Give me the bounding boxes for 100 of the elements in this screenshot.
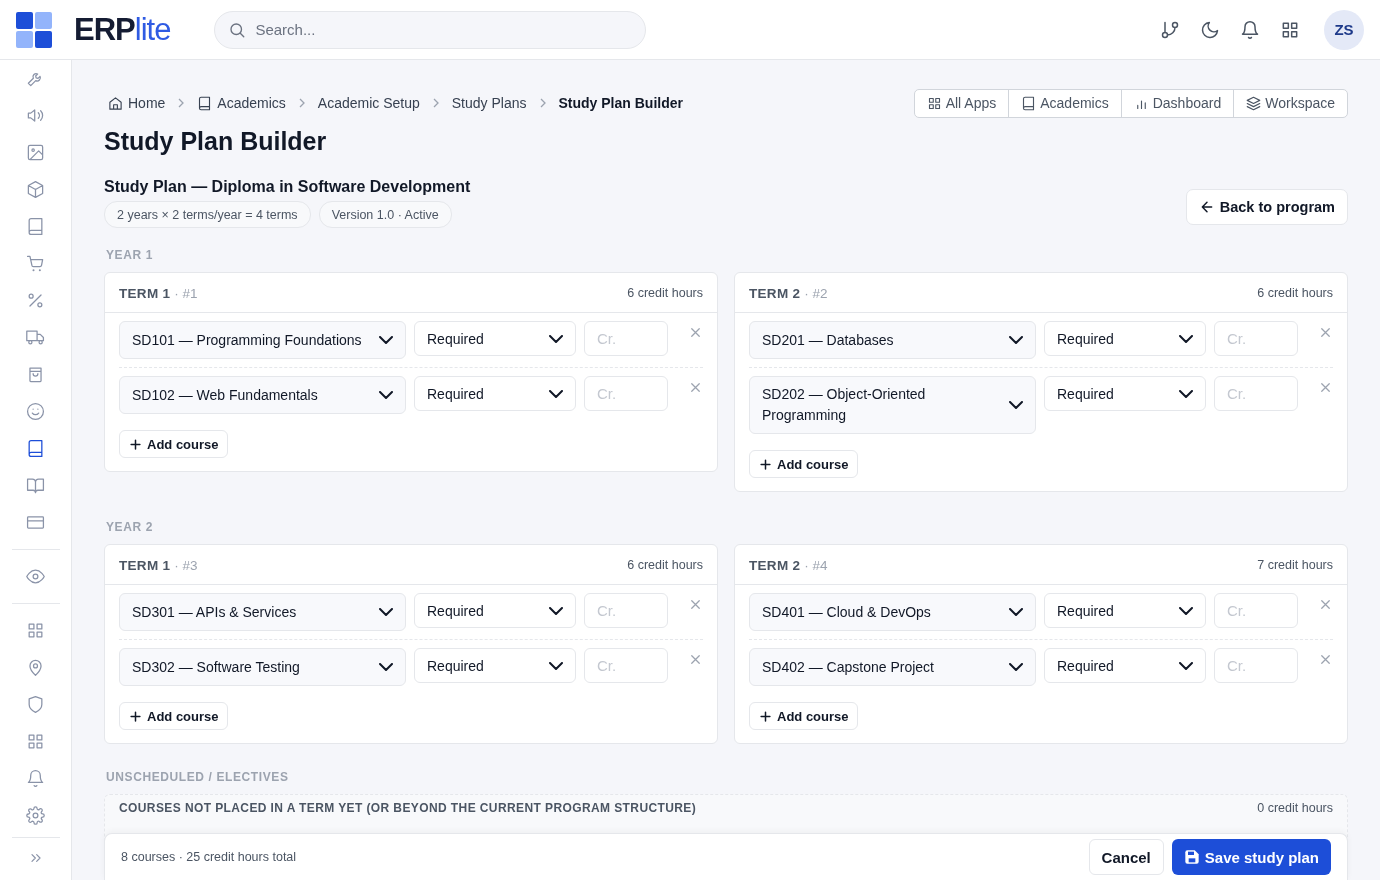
pin-icon[interactable] [26,658,45,677]
layers-icon [1246,95,1262,111]
branch-icon[interactable] [1160,19,1180,40]
course-select[interactable]: SD202 — Object-Oriented Programming [749,376,1036,434]
course-select[interactable]: SD301 — APIs & Services [119,593,406,631]
back-button[interactable]: Back to program [1185,189,1348,225]
breadcrumb-link[interactable]: Study Plan Builder [558,95,683,111]
type-select[interactable]: Required [1044,376,1206,411]
breadcrumb-link[interactable]: Study Plans [451,95,527,111]
type-select[interactable]: Required [414,648,576,683]
credit-input[interactable]: Cr. [1214,321,1298,356]
year-label: YEAR 1 [106,248,154,262]
chevron-down-icon [1009,608,1023,616]
close-icon [1318,597,1333,612]
course-select[interactable]: SD201 — Databases [749,321,1036,359]
moon-icon[interactable] [1200,19,1220,40]
user-avatar[interactable]: ZS [1324,9,1364,50]
course-select[interactable]: SD402 — Capstone Project [749,648,1036,686]
cart-icon[interactable] [26,254,45,273]
app-link[interactable]: Dashboard [1120,89,1234,117]
remove-button[interactable] [1318,325,1333,340]
app-link[interactable]: Academics [1008,89,1121,117]
bag-icon[interactable] [26,365,45,384]
bell-icon[interactable] [1240,19,1260,40]
term-title: TERM 2 [749,285,801,301]
truck-icon[interactable] [26,328,45,347]
plus-icon [128,436,143,452]
type-select[interactable]: Required [1044,593,1206,628]
close-icon [1318,652,1333,667]
plus-icon [128,708,143,724]
add-course-button[interactable]: Add course [749,450,858,478]
add-course-button[interactable]: Add course [119,430,228,458]
course-select[interactable]: SD102 — Web Fundamentals [119,376,406,414]
remove-button[interactable] [1318,652,1333,667]
card-icon[interactable] [26,513,45,532]
remove-button[interactable] [688,325,703,340]
speaker-icon[interactable] [26,106,45,125]
remove-button[interactable] [688,597,703,612]
breadcrumb-link[interactable]: Home [108,95,166,111]
book-icon[interactable] [26,439,45,458]
credit-hours: 0 credit hours [1257,801,1333,815]
remove-button[interactable] [688,380,703,395]
term-title: TERM 1 [119,285,171,301]
home-icon [108,95,123,111]
shield-icon[interactable] [26,695,45,714]
info-chip: 2 years × 2 terms/year = 4 terms [104,201,311,228]
open-book-icon[interactable] [26,476,45,495]
settings-icon[interactable] [26,806,45,825]
add-course-button[interactable]: Add course [749,702,858,730]
book-icon [1021,95,1037,111]
credit-input[interactable]: Cr. [584,648,668,683]
book-icon[interactable] [26,217,45,236]
type-select[interactable]: Required [414,376,576,411]
term-number: · #3 [174,557,198,573]
chevron-down-icon [1009,336,1023,344]
credit-hours: 7 credit hours [1257,557,1333,572]
search-icon [228,20,247,39]
eye-icon[interactable] [26,567,45,586]
credit-input[interactable]: Cr. [584,593,668,628]
type-select[interactable]: Required [1044,648,1206,683]
chevron-down-icon [379,608,393,616]
cancel-button[interactable]: Cancel [1088,839,1164,875]
plan-summary: 8 courses · 25 credit hours total [121,850,297,864]
search-field[interactable]: Search... [214,10,647,49]
plus-icon [758,456,773,472]
remove-button[interactable] [1318,380,1333,395]
app-link[interactable]: All Apps [914,89,1009,117]
credit-input[interactable]: Cr. [1214,593,1298,628]
type-select[interactable]: Required [414,593,576,628]
percent-icon[interactable] [26,291,45,310]
chevron-down-icon [1009,401,1023,409]
term-title: TERM 2 [749,557,801,573]
cube-icon[interactable] [26,180,45,199]
logo-text: ERPlite [74,14,171,45]
image-icon[interactable] [26,143,45,162]
chevron-down-icon [1179,389,1193,398]
remove-button[interactable] [688,652,703,667]
close-icon [688,652,703,667]
course-select[interactable]: SD101 — Programming Foundations [119,321,406,359]
chevron-down-icon [1009,663,1023,671]
type-select[interactable]: Required [1044,321,1206,356]
credit-input[interactable]: Cr. [1214,648,1298,683]
app-link[interactable]: Workspace [1233,89,1347,117]
credit-input[interactable]: Cr. [584,321,668,356]
course-select[interactable]: SD401 — Cloud & DevOps [749,593,1036,631]
credit-hours: 6 credit hours [627,557,703,572]
credit-hours: 6 credit hours [627,285,703,300]
add-course-button[interactable]: Add course [119,702,228,730]
year-label: YEAR 2 [106,520,154,534]
credit-input[interactable]: Cr. [1214,376,1298,411]
breadcrumb-link[interactable]: Academic Setup [317,95,420,111]
credit-input[interactable]: Cr. [584,376,668,411]
section-label: UNSCHEDULED / ELECTIVES [106,770,290,784]
remove-button[interactable] [1318,597,1333,612]
course-select[interactable]: SD302 — Software Testing [119,648,406,686]
smiley-face-icon[interactable] [26,402,45,421]
chevron-down-icon [549,334,563,343]
type-select[interactable]: Required [414,321,576,356]
breadcrumb-link[interactable]: Academics [197,95,286,111]
save-button[interactable]: Save study plan [1171,839,1331,875]
